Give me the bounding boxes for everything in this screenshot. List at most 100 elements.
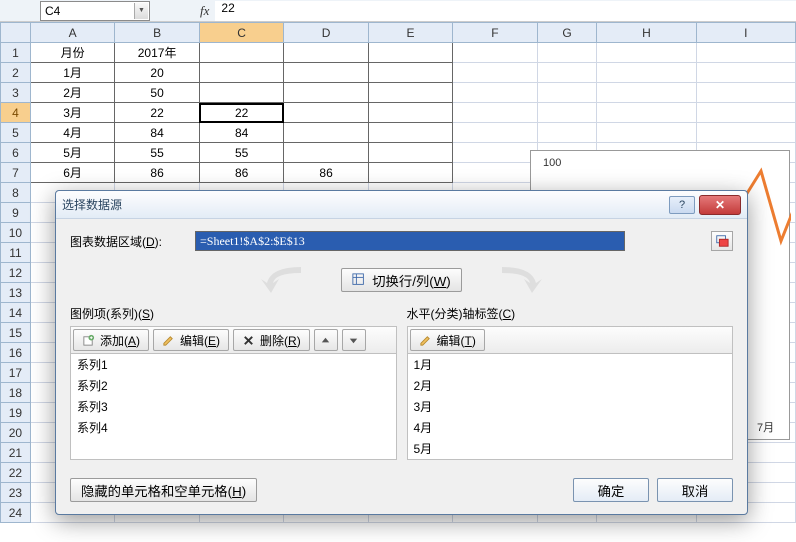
cell-F6[interactable] (453, 143, 537, 163)
cell-B5[interactable]: 84 (115, 123, 200, 143)
name-box-dropdown[interactable]: ▼ (134, 3, 148, 19)
range-picker-button[interactable] (711, 231, 733, 251)
cell-C7[interactable]: 86 (199, 163, 283, 183)
fx-icon[interactable]: fx (200, 3, 209, 19)
col-header-A[interactable]: A (30, 23, 114, 43)
cell-G5[interactable] (537, 123, 597, 143)
cell-I5[interactable] (696, 123, 795, 143)
dialog-titlebar[interactable]: 选择数据源 ? ✕ (56, 191, 747, 219)
cell-C5[interactable]: 84 (199, 123, 283, 143)
col-header-E[interactable]: E (368, 23, 452, 43)
row-header-7[interactable]: 7 (1, 163, 31, 183)
row-header-12[interactable]: 12 (1, 263, 31, 283)
cell-D5[interactable] (284, 123, 368, 143)
series-add-button[interactable]: 添加(A) (73, 329, 149, 351)
cell-A5[interactable]: 4月 (30, 123, 114, 143)
col-header-F[interactable]: F (453, 23, 537, 43)
cell-B1[interactable]: 2017年 (115, 43, 200, 63)
series-item[interactable]: 系列4 (71, 417, 396, 438)
cell-C2[interactable] (199, 63, 283, 83)
cell-F5[interactable] (453, 123, 537, 143)
series-move-up-button[interactable] (314, 329, 338, 351)
switch-row-column-button[interactable]: 切换行/列(W) (341, 268, 462, 292)
cell-C6[interactable]: 55 (199, 143, 283, 163)
cell-H1[interactable] (597, 43, 696, 63)
row-header-18[interactable]: 18 (1, 383, 31, 403)
col-header-I[interactable]: I (696, 23, 795, 43)
cell-G2[interactable] (537, 63, 597, 83)
ok-button[interactable]: 确定 (573, 478, 649, 502)
cell-D2[interactable] (284, 63, 368, 83)
cell-F4[interactable] (453, 103, 537, 123)
cancel-button[interactable]: 取消 (657, 478, 733, 502)
row-header-21[interactable]: 21 (1, 443, 31, 463)
cell-A1[interactable]: 月份 (30, 43, 114, 63)
cell-A2[interactable]: 1月 (30, 63, 114, 83)
cell-B4[interactable]: 22 (115, 103, 200, 123)
cell-H2[interactable] (597, 63, 696, 83)
series-item[interactable]: 系列2 (71, 375, 396, 396)
formula-input[interactable]: 22 (215, 1, 796, 21)
row-header-22[interactable]: 22 (1, 463, 31, 483)
category-item[interactable]: 4月 (408, 417, 733, 438)
name-box[interactable]: C4 ▼ (40, 1, 150, 21)
series-listbox[interactable]: 系列1系列2系列3系列4 (70, 354, 397, 460)
cell-H5[interactable] (597, 123, 696, 143)
cell-A3[interactable]: 2月 (30, 83, 114, 103)
cell-I4[interactable] (696, 103, 795, 123)
chart-data-range-input[interactable] (195, 231, 625, 251)
cell-F2[interactable] (453, 63, 537, 83)
row-header-4[interactable]: 4 (1, 103, 31, 123)
category-edit-button[interactable]: 编辑(T) (410, 329, 485, 351)
col-header-C[interactable]: C (199, 23, 283, 43)
col-header-D[interactable]: D (284, 23, 368, 43)
row-header-8[interactable]: 8 (1, 183, 31, 203)
cell-D6[interactable] (284, 143, 368, 163)
hidden-empty-cells-button[interactable]: 隐藏的单元格和空单元格(H) (70, 478, 257, 502)
series-edit-button[interactable]: 编辑(E) (153, 329, 229, 351)
cell-C3[interactable] (199, 83, 283, 103)
cell-B2[interactable]: 20 (115, 63, 200, 83)
cell-E2[interactable] (368, 63, 452, 83)
cell-E5[interactable] (368, 123, 452, 143)
cell-A7[interactable]: 6月 (30, 163, 114, 183)
cell-E7[interactable] (368, 163, 452, 183)
row-header-23[interactable]: 23 (1, 483, 31, 503)
cell-G4[interactable] (537, 103, 597, 123)
cell-D3[interactable] (284, 83, 368, 103)
series-move-down-button[interactable] (342, 329, 366, 351)
cell-E6[interactable] (368, 143, 452, 163)
cell-H3[interactable] (597, 83, 696, 103)
cell-H4[interactable] (597, 103, 696, 123)
cell-C1[interactable] (199, 43, 283, 63)
category-item[interactable]: 5月 (408, 438, 733, 459)
row-header-16[interactable]: 16 (1, 343, 31, 363)
cell-F7[interactable] (453, 163, 537, 183)
series-item[interactable]: 系列3 (71, 396, 396, 417)
cell-G3[interactable] (537, 83, 597, 103)
cell-A6[interactable]: 5月 (30, 143, 114, 163)
series-item[interactable]: 系列1 (71, 354, 396, 375)
cell-I2[interactable] (696, 63, 795, 83)
cell-F1[interactable] (453, 43, 537, 63)
dialog-close-button[interactable]: ✕ (699, 195, 741, 215)
select-all-corner[interactable] (1, 23, 31, 43)
col-header-B[interactable]: B (115, 23, 200, 43)
row-header-13[interactable]: 13 (1, 283, 31, 303)
row-header-9[interactable]: 9 (1, 203, 31, 223)
cell-B3[interactable]: 50 (115, 83, 200, 103)
dialog-help-button[interactable]: ? (669, 196, 695, 214)
row-header-10[interactable]: 10 (1, 223, 31, 243)
row-header-1[interactable]: 1 (1, 43, 31, 63)
category-item[interactable]: 2月 (408, 375, 733, 396)
cell-I1[interactable] (696, 43, 795, 63)
row-header-2[interactable]: 2 (1, 63, 31, 83)
cell-I3[interactable] (696, 83, 795, 103)
category-item[interactable]: 3月 (408, 396, 733, 417)
row-header-5[interactable]: 5 (1, 123, 31, 143)
cell-E4[interactable] (368, 103, 452, 123)
row-header-15[interactable]: 15 (1, 323, 31, 343)
cell-E1[interactable] (368, 43, 452, 63)
series-delete-button[interactable]: 删除(R) (233, 329, 310, 351)
cell-D7[interactable]: 86 (284, 163, 368, 183)
